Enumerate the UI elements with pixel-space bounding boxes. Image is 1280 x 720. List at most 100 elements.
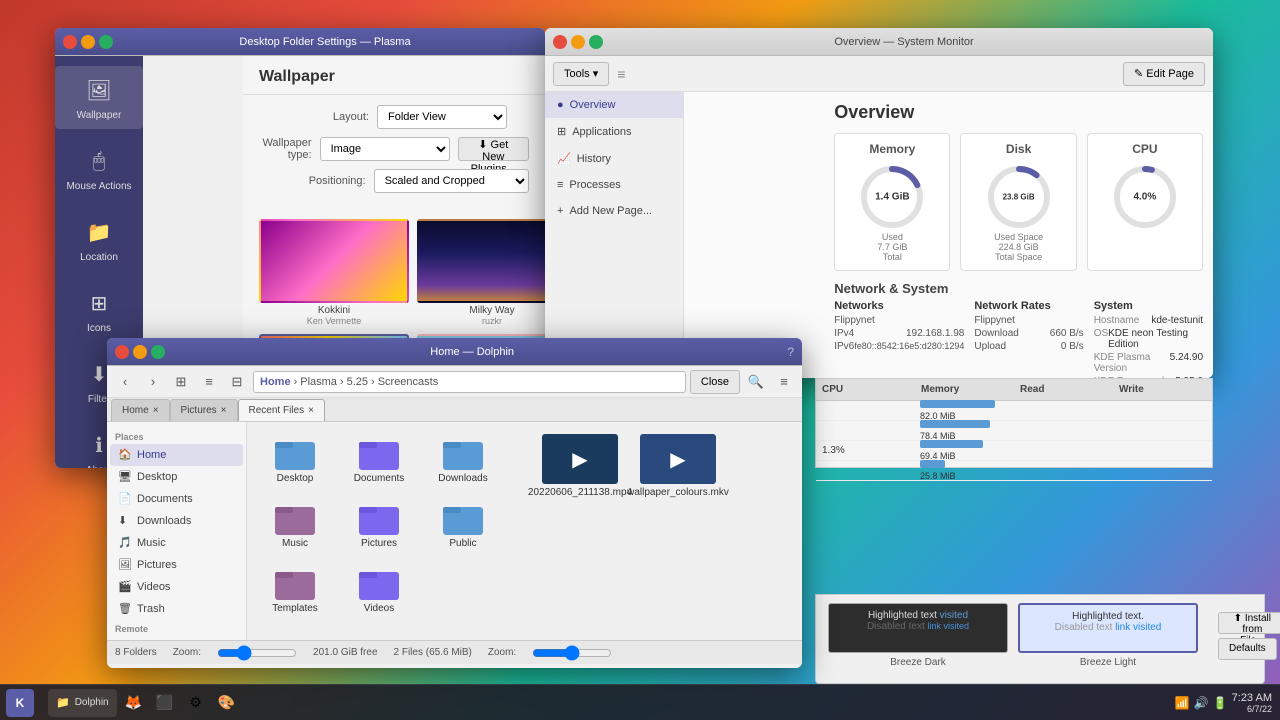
wallpaper-type-select[interactable]: Image	[320, 137, 450, 161]
places-item-videos[interactable]: 🎬 Videos	[110, 576, 243, 598]
nav-item-add-page[interactable]: + Add New Page...	[545, 198, 683, 224]
sidebar-label-icons: Icons	[87, 323, 111, 334]
tab-home[interactable]: Home ×	[111, 399, 170, 421]
folder-videos[interactable]: Videos	[339, 560, 419, 621]
zoom-slider-left[interactable]	[217, 645, 297, 661]
taskbar-app-extra[interactable]: 🎨	[213, 689, 241, 717]
dolphin-min-btn[interactable]: −	[133, 345, 147, 359]
taskbar-clock[interactable]: 7:23 AM 6/7/22	[1232, 692, 1272, 714]
back-button[interactable]: ‹	[113, 370, 137, 394]
positioning-select[interactable]: Scaled and Cropped	[374, 169, 529, 193]
taskbar-app-dolphin[interactable]: 📁 Dolphin	[48, 689, 117, 717]
proc-row-0[interactable]: 82.0 MiB	[816, 401, 1212, 421]
tab-home-label: Home	[122, 405, 149, 416]
folder-count: 8 Folders	[115, 647, 157, 658]
taskbar-app-plasma[interactable]: ⚙	[182, 689, 210, 717]
places-item-downloads[interactable]: ⬇ Downloads	[110, 510, 243, 532]
places-item-documents[interactable]: 📄 Documents	[110, 488, 243, 510]
zoom-slider-right[interactable]	[532, 645, 612, 661]
view-details-btn[interactable]: ⊟	[225, 370, 249, 394]
folder-templates-name: Templates	[272, 603, 318, 615]
taskbar-app-terminal[interactable]: ⬛	[151, 689, 179, 717]
light-hl-text: Highlighted text.	[1026, 611, 1190, 622]
get-new-plugins-button[interactable]: ⬇ Get New Plugins...	[458, 137, 529, 161]
nav-item-overview[interactable]: ● Overview	[545, 92, 683, 118]
sysmon-close-button[interactable]: ×	[553, 35, 567, 49]
view-icon-btn[interactable]: ⊞	[169, 370, 193, 394]
places-item-home[interactable]: 🏠 Home	[110, 444, 243, 466]
places-documents-label: Documents	[137, 493, 193, 505]
dark-dis-text: Disabled text link visited	[835, 621, 1001, 632]
disk-total-val: 224.8 GiB	[969, 242, 1067, 252]
proc-row-3[interactable]: 25.8 MiB	[816, 461, 1212, 481]
dolphin-close-button[interactable]: Close	[690, 370, 740, 394]
dolphin-max-btn[interactable]: +	[151, 345, 165, 359]
sysmon-hamburger-icon[interactable]: ≡	[617, 66, 625, 82]
wallpaper-thumb-kokkini[interactable]: Kokkini Ken Vermette	[259, 219, 409, 326]
rates-network-name: Flippynet	[974, 315, 1015, 326]
video-file-1[interactable]: ▶ wallpaper_colours.mkv	[633, 430, 723, 503]
proc-row-1[interactable]: 78.4 MiB	[816, 421, 1212, 441]
taskbar-app-firefox[interactable]: 🦊	[120, 689, 148, 717]
sysmon-navigation: ● Overview ⊞ Applications 📈 History ≡ Pr…	[545, 92, 684, 378]
sidebar-item-icons[interactable]: ⊞ Icons	[55, 279, 143, 342]
system-monitor-window: × − + Overview — System Monitor Tools ▾ …	[545, 28, 1213, 378]
places-item-pictures[interactable]: 🖼 Pictures	[110, 554, 243, 576]
min-button[interactable]: −	[81, 35, 95, 49]
folder-music[interactable]: Music	[255, 495, 335, 556]
tab-recent-files[interactable]: Recent Files ×	[238, 399, 325, 421]
install-from-file-button[interactable]: ⬆ Install from File...	[1218, 612, 1280, 634]
dolphin-help-icon[interactable]: ?	[787, 345, 794, 359]
folder-desktop[interactable]: Desktop	[255, 430, 335, 491]
view-list-btn[interactable]: ≡	[197, 370, 221, 394]
app-menu-button[interactable]: K	[6, 689, 34, 717]
folder-templates[interactable]: Templates	[255, 560, 335, 621]
dolphin-toolbar: ‹ › ⊞ ≡ ⊟ Home › Plasma › 5.25 › Screenc…	[107, 366, 802, 398]
folder-downloads[interactable]: Downloads	[423, 430, 503, 491]
places-desktop-label: Desktop	[137, 471, 177, 483]
edit-page-button[interactable]: ✎ Edit Page	[1123, 62, 1205, 86]
sidebar-item-location[interactable]: 📁 Location	[55, 208, 143, 271]
wallpaper-thumb-milkyway[interactable]: Milky Way ruzkr	[417, 219, 545, 326]
video-file-0[interactable]: ▶ 20220606_211138.mp4	[535, 430, 625, 503]
places-item-music[interactable]: 🎵 Music	[110, 532, 243, 554]
sidebar-item-mouse-actions[interactable]: 🖱 Mouse Actions	[55, 137, 143, 200]
dolphin-path-bar[interactable]: Home › Plasma › 5.25 › Screencasts	[253, 371, 686, 393]
tab-pictures[interactable]: Pictures ×	[170, 399, 238, 421]
dolphin-menu-button[interactable]: ≡	[772, 370, 796, 394]
terminal-icon: ⬛	[156, 694, 173, 711]
nav-item-applications[interactable]: ⊞ Applications	[545, 118, 683, 145]
tools-menu-button[interactable]: Tools ▾	[553, 62, 609, 86]
videos-folder-img	[359, 566, 399, 600]
mouse-actions-icon: 🖱	[83, 145, 115, 177]
dolphin-close-btn[interactable]: ×	[115, 345, 129, 359]
dark-scheme-preview[interactable]: Highlighted text visited Disabled text l…	[828, 603, 1008, 653]
system-title: System	[1094, 300, 1203, 312]
sysmon-max-button[interactable]: +	[589, 35, 603, 49]
tab-pictures-close[interactable]: ×	[221, 405, 227, 416]
nav-item-processes[interactable]: ≡ Processes	[545, 172, 683, 198]
sidebar-item-wallpaper[interactable]: 🖼 Wallpaper	[55, 66, 143, 129]
layout-select[interactable]: Folder View	[377, 105, 507, 129]
light-scheme-preview[interactable]: Highlighted text. Disabled text link vis…	[1018, 603, 1198, 653]
search-button[interactable]: 🔍	[744, 370, 768, 394]
nav-item-history[interactable]: 📈 History	[545, 145, 683, 172]
zoom-label-right: Zoom:	[488, 647, 516, 658]
os-value: KDE neon Testing Edition	[1108, 328, 1203, 350]
sysmon-min-button[interactable]: −	[571, 35, 585, 49]
proc-row-2[interactable]: 1.3% 69.4 MiB	[816, 441, 1212, 461]
dolphin-taskbar-label: Dolphin	[75, 697, 109, 708]
forward-button[interactable]: ›	[141, 370, 165, 394]
close-button[interactable]: ×	[63, 35, 77, 49]
places-item-network[interactable]: 🌐 Network	[110, 636, 243, 640]
tab-recent-close[interactable]: ×	[308, 405, 314, 416]
max-button[interactable]: +	[99, 35, 113, 49]
firefox-icon: 🦊	[125, 694, 142, 711]
places-item-trash[interactable]: 🗑 Trash	[110, 598, 243, 620]
folder-documents[interactable]: Documents	[339, 430, 419, 491]
folder-pictures[interactable]: Pictures	[339, 495, 419, 556]
places-item-desktop[interactable]: 🖥 Desktop	[110, 466, 243, 488]
defaults-button[interactable]: Defaults	[1218, 638, 1277, 660]
folder-public[interactable]: Public	[423, 495, 503, 556]
tab-home-close[interactable]: ×	[153, 405, 159, 416]
